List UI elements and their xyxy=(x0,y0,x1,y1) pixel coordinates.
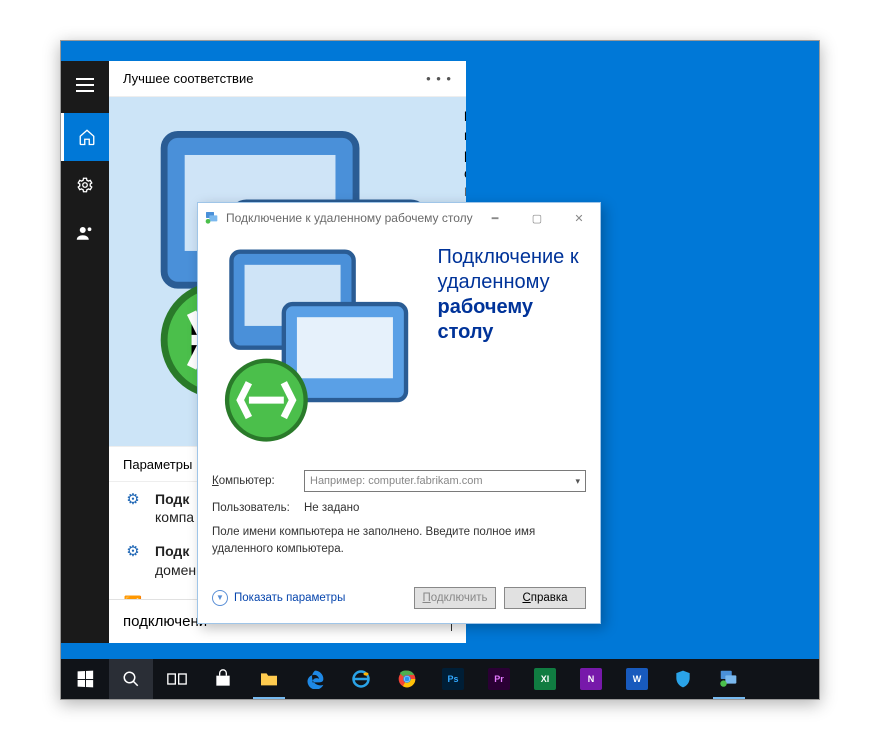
pr-icon: Pr xyxy=(488,668,510,690)
onenote-taskbar-button[interactable]: N xyxy=(569,659,613,699)
excel-icon: Xl xyxy=(534,668,556,690)
home-button[interactable] xyxy=(61,113,109,161)
expand-icon: ▼ xyxy=(212,590,228,606)
hamburger-button[interactable] xyxy=(61,61,109,109)
ps-icon: Ps xyxy=(442,668,464,690)
settings-item-icon: ⚙ xyxy=(123,490,143,508)
help-button[interactable]: Справка xyxy=(504,587,586,609)
taskbar: Ps Pr Xl N W xyxy=(61,659,819,699)
settings-item-text: Подккомпа xyxy=(155,490,194,526)
settings-item-text: Подкдомен xyxy=(155,542,196,578)
search-button[interactable] xyxy=(109,659,153,699)
word-icon: W xyxy=(626,668,648,690)
hamburger-icon xyxy=(76,78,94,92)
people-button[interactable] xyxy=(61,209,109,257)
more-options-button[interactable]: • • • xyxy=(426,71,452,86)
settings-item-icon: ⚙ xyxy=(123,542,143,560)
connect-button[interactable]: Подключить xyxy=(414,587,496,609)
photoshop-taskbar-button[interactable]: Ps xyxy=(431,659,475,699)
show-options-text: Показать параметры xyxy=(234,592,345,604)
parameters-label: Параметры xyxy=(123,457,192,472)
chrome-icon xyxy=(397,669,417,689)
onenote-icon: N xyxy=(580,668,602,690)
dialog-header-text: Подключение к удаленному рабочему столу xyxy=(437,245,584,452)
computer-combobox[interactable]: Например: computer.fabrikam.com ▾ xyxy=(304,470,586,492)
premiere-taskbar-button[interactable]: Pr xyxy=(477,659,521,699)
minimize-button[interactable]: ━ xyxy=(474,203,516,233)
store-taskbar-button[interactable] xyxy=(201,659,245,699)
maximize-button[interactable]: ▢ xyxy=(516,203,558,233)
rdc-dialog: Подключение к удаленному рабочему столу … xyxy=(197,202,601,624)
dialog-titlebar[interactable]: Подключение к удаленному рабочему столу … xyxy=(198,203,600,233)
user-value: Не задано xyxy=(304,502,359,514)
start-button[interactable] xyxy=(63,659,107,699)
store-icon xyxy=(213,669,233,689)
start-sidebar xyxy=(61,61,109,643)
edge-taskbar-button[interactable] xyxy=(293,659,337,699)
task-view-button[interactable] xyxy=(155,659,199,699)
folder-icon xyxy=(259,671,279,687)
desktop-window: Лучшее соответствие • • • Подключение к … xyxy=(60,40,820,700)
security-taskbar-button[interactable] xyxy=(661,659,705,699)
dialog-info-text: Поле имени компьютера не заполнено. Введ… xyxy=(212,524,586,556)
rdc-taskbar-button[interactable] xyxy=(707,659,751,699)
person-icon xyxy=(76,224,94,242)
ie-icon xyxy=(351,669,371,689)
dropdown-arrow-icon: ▾ xyxy=(575,476,580,487)
computer-placeholder: Например: computer.fabrikam.com xyxy=(310,475,575,487)
excel-taskbar-button[interactable]: Xl xyxy=(523,659,567,699)
rdc-icon xyxy=(204,210,220,226)
house-icon xyxy=(78,128,96,146)
computer-label: Компьютер: xyxy=(212,475,294,487)
rdc-icon xyxy=(718,668,740,690)
rdc-large-icon xyxy=(214,243,423,452)
search-icon xyxy=(122,670,140,688)
explorer-taskbar-button[interactable] xyxy=(247,659,291,699)
chrome-taskbar-button[interactable] xyxy=(385,659,429,699)
dialog-title: Подключение к удаленному рабочему столу xyxy=(226,211,474,225)
show-options-link[interactable]: ▼ Показать параметры xyxy=(212,590,345,606)
ie-taskbar-button[interactable] xyxy=(339,659,383,699)
windows-logo-icon xyxy=(78,671,94,688)
shield-icon xyxy=(673,669,693,689)
edge-icon xyxy=(305,669,325,689)
best-match-title: Подключение к удаленному рабочему столу xyxy=(464,107,466,183)
settings-button[interactable] xyxy=(61,161,109,209)
user-label: Пользователь: xyxy=(212,502,294,514)
task-view-icon xyxy=(167,671,187,687)
best-match-header: Лучшее соответствие • • • xyxy=(109,61,466,97)
gear-icon xyxy=(76,176,94,194)
close-button[interactable]: ✕ xyxy=(558,203,600,233)
best-match-label: Лучшее соответствие xyxy=(123,71,253,86)
word-taskbar-button[interactable]: W xyxy=(615,659,659,699)
